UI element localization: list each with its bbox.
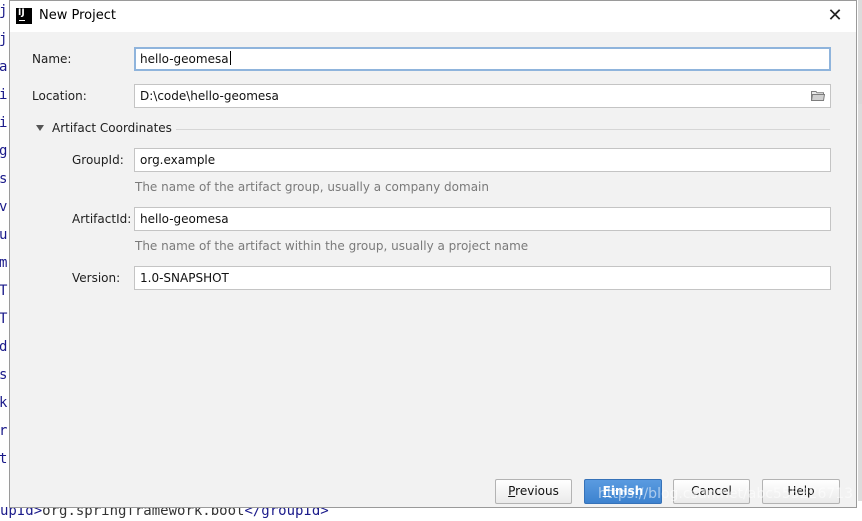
- bg-gutter-char: v: [0, 199, 8, 215]
- dialog-title: New Project: [39, 8, 116, 23]
- bg-gutter-char: s: [0, 171, 8, 187]
- title-bar[interactable]: IJ New Project ✕: [10, 1, 856, 32]
- bg-gutter-char: u: [0, 227, 8, 243]
- folder-icon[interactable]: [811, 90, 825, 101]
- version-input[interactable]: 1.0-SNAPSHOT: [134, 266, 831, 290]
- groupid-input[interactable]: org.example: [134, 148, 831, 172]
- artifact-coordinates-title[interactable]: Artifact Coordinates: [52, 121, 172, 135]
- background-scrollbar: [858, 0, 862, 521]
- bg-gutter-char: i: [0, 115, 8, 131]
- bg-gutter-char: a: [0, 59, 8, 75]
- artifactid-value: hello-geomesa: [140, 212, 229, 226]
- section-divider: [176, 129, 830, 130]
- name-label: Name:: [32, 52, 72, 66]
- bg-gutter-char: t: [0, 451, 8, 467]
- finish-label: inish: [610, 484, 644, 498]
- name-value: hello-geomesa: [140, 52, 229, 66]
- name-input[interactable]: hello-geomesa: [134, 47, 831, 71]
- location-value: D:\code\hello-geomesa: [140, 89, 279, 103]
- bg-gutter-char: g: [0, 143, 8, 159]
- bg-gutter-char: j: [0, 3, 8, 19]
- groupid-hint: The name of the artifact group, usually …: [135, 180, 489, 194]
- previous-button[interactable]: Previous: [495, 479, 572, 504]
- bg-gutter-char: s: [0, 367, 8, 383]
- finish-button[interactable]: Finish: [584, 479, 662, 504]
- finish-mnemonic: F: [602, 484, 611, 498]
- artifactid-input[interactable]: hello-geomesa: [134, 207, 831, 231]
- groupid-value: org.example: [140, 153, 216, 167]
- help-button[interactable]: Help: [762, 479, 840, 504]
- bg-gutter-char: d: [0, 339, 8, 355]
- collapse-arrow-icon[interactable]: [36, 125, 44, 131]
- previous-label: revious: [515, 484, 559, 498]
- cancel-button[interactable]: Cancel: [673, 479, 750, 504]
- version-label: Version:: [72, 271, 121, 285]
- close-icon[interactable]: ✕: [824, 5, 846, 27]
- location-input[interactable]: D:\code\hello-geomesa: [134, 84, 831, 108]
- bg-gutter-char: r: [0, 423, 8, 439]
- bg-gutter-char: m: [0, 255, 8, 271]
- bg-gutter-char: j: [0, 31, 8, 47]
- bg-gutter-char: k: [0, 395, 8, 411]
- bg-gutter-char: T: [0, 311, 8, 327]
- artifactid-hint: The name of the artifact within the grou…: [135, 239, 529, 253]
- bg-gutter-char: T: [0, 283, 8, 299]
- artifactid-label: ArtifactId:: [72, 212, 132, 226]
- bg-gutter-char: i: [0, 87, 8, 103]
- background-editor-gutter: jjaiigsvumTTdskrt: [0, 0, 9, 521]
- location-label: Location:: [32, 89, 87, 103]
- version-value: 1.0-SNAPSHOT: [140, 271, 229, 285]
- intellij-logo-icon: IJ: [16, 8, 32, 24]
- new-project-dialog: IJ New Project ✕ Name: hello-geomesa Loc…: [9, 0, 857, 508]
- text-caret: [229, 51, 231, 65]
- groupid-label: GroupId:: [72, 153, 124, 167]
